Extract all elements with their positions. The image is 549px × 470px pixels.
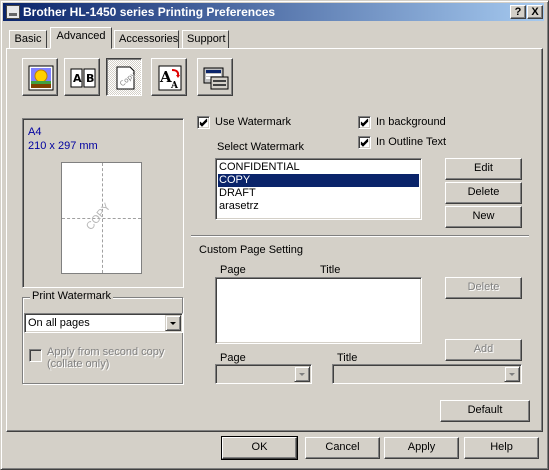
svg-text:B: B (86, 72, 94, 85)
apply-button[interactable]: Apply (384, 437, 459, 459)
preview-watermark-text: COPY (84, 201, 114, 233)
chevron-down-icon[interactable] (504, 366, 520, 382)
device-options-icon (203, 67, 229, 90)
in-outline-text-checkbox[interactable] (358, 136, 371, 149)
watermark-icon: Copy (116, 66, 137, 90)
tab-support[interactable]: Support (182, 30, 229, 49)
chevron-down-icon[interactable] (165, 315, 181, 331)
in-outline-text-label: In Outline Text (376, 136, 447, 148)
paper-size-label: A4 (28, 126, 42, 138)
checkmark-icon (360, 118, 369, 127)
list-item[interactable]: COPY (218, 174, 419, 187)
edit-button[interactable]: Edit (445, 158, 522, 180)
tab-basic[interactable]: Basic (9, 30, 47, 49)
tab-accessories[interactable]: Accessories (114, 30, 179, 49)
in-background-checkbox[interactable] (358, 116, 371, 129)
new-button[interactable]: New (445, 206, 522, 228)
duplex-icon: A B (70, 68, 96, 88)
duplex-button[interactable]: A B (64, 58, 100, 96)
title-bar[interactable]: Brother HL-1450 series Printing Preferen… (3, 3, 544, 21)
default-button[interactable]: Default (440, 400, 530, 422)
use-watermark-label: Use Watermark (215, 116, 291, 128)
paper-dimensions-label: 210 x 297 mm (28, 140, 98, 152)
in-background-label: In background (376, 116, 446, 128)
page-preview: COPY (61, 162, 142, 274)
title-select-label: Title (337, 352, 358, 364)
close-button[interactable]: X (527, 5, 543, 19)
list-item[interactable]: DRAFT (218, 187, 419, 200)
use-watermark-checkbox[interactable] (197, 116, 210, 129)
chevron-down-icon[interactable] (294, 366, 310, 382)
checkmark-icon (199, 118, 208, 127)
page-select[interactable] (215, 364, 312, 384)
watermark-list[interactable]: CONFIDENTIAL COPY DRAFT arasetrz (215, 158, 422, 220)
svg-text:A: A (73, 72, 82, 85)
delete-watermark-button[interactable]: Delete (445, 182, 522, 204)
print-quality-icon (28, 65, 54, 91)
title-column-header: Title (320, 264, 341, 276)
tab-advanced[interactable]: Advanced (50, 27, 112, 49)
title-select[interactable] (332, 364, 522, 384)
select-watermark-label: Select Watermark (217, 141, 305, 153)
page-select-label: Page (220, 352, 246, 364)
help-title-button[interactable]: ? (510, 5, 526, 19)
divider (191, 235, 529, 237)
add-button[interactable]: Add (445, 339, 522, 361)
device-options-button[interactable] (197, 58, 233, 96)
delete-custom-page-button[interactable]: Delete (445, 277, 522, 299)
print-quality-button[interactable] (22, 58, 58, 96)
custom-page-list[interactable] (215, 277, 422, 344)
window-title: Brother HL-1450 series Printing Preferen… (23, 5, 276, 19)
checkmark-icon (360, 138, 369, 147)
list-item[interactable]: arasetrz (218, 200, 419, 213)
apply-from-second-copy-checkbox[interactable] (29, 349, 42, 362)
svg-text:A: A (170, 81, 179, 91)
print-watermark-group (22, 297, 183, 384)
cancel-button[interactable]: Cancel (305, 437, 380, 459)
custom-page-setting-label: Custom Page Setting (199, 244, 303, 256)
list-item[interactable]: CONFIDENTIAL (218, 161, 419, 174)
print-watermark-select-value: On all pages (28, 317, 90, 329)
watermark-button[interactable]: Copy (106, 58, 142, 96)
print-watermark-group-label: Print Watermark (30, 290, 114, 302)
printer-icon (6, 5, 20, 19)
page-setting-icon: A A (158, 65, 182, 91)
help-button[interactable]: Help (464, 437, 539, 459)
print-watermark-select[interactable]: On all pages (24, 313, 183, 333)
apply-from-second-copy-label: Apply from second copy (collate only) (47, 346, 165, 370)
page-setting-button[interactable]: A A (151, 58, 187, 96)
ok-button[interactable]: OK (221, 436, 298, 460)
page-column-header: Page (220, 264, 246, 276)
